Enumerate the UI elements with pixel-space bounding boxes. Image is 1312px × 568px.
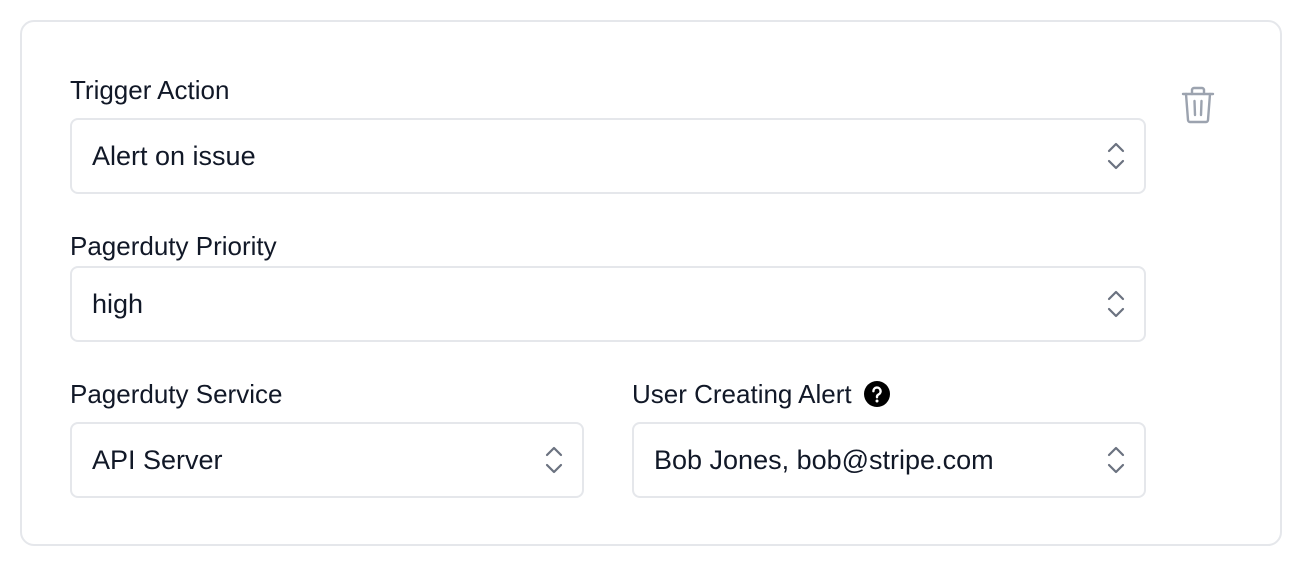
user-creating-alert-label: User Creating Alert [632, 378, 890, 410]
pagerduty-service-select[interactable]: API Server [70, 422, 584, 498]
user-creating-alert-value: Bob Jones, bob@stripe.com [654, 444, 994, 475]
trash-icon [1181, 86, 1215, 129]
user-creating-alert-select[interactable]: Bob Jones, bob@stripe.com [632, 422, 1146, 498]
trigger-action-label: Trigger Action [70, 74, 229, 106]
chevron-up-down-icon [1106, 288, 1126, 320]
delete-trigger-button[interactable] [1178, 86, 1218, 128]
question-circle-icon[interactable] [863, 381, 890, 407]
pagerduty-priority-select[interactable]: high [70, 266, 1146, 342]
pagerduty-priority-value: high [92, 288, 144, 319]
chevron-up-down-icon [1106, 444, 1126, 476]
chevron-up-down-icon [544, 444, 564, 476]
chevron-up-down-icon [1106, 140, 1126, 172]
pagerduty-service-label: Pagerduty Service [70, 378, 282, 410]
pagerduty-service-label-text: Pagerduty Service [70, 379, 283, 409]
pagerduty-priority-label-text: Pagerduty Priority [70, 231, 277, 261]
trigger-action-value: Alert on issue [92, 140, 256, 171]
pagerduty-priority-label: Pagerduty Priority [70, 230, 277, 262]
pagerduty-service-value: API Server [92, 444, 223, 475]
trigger-action-select[interactable]: Alert on issue [70, 118, 1146, 194]
user-creating-alert-label-text: User Creating Alert [632, 379, 852, 409]
trigger-action-label-text: Trigger Action [70, 75, 230, 105]
